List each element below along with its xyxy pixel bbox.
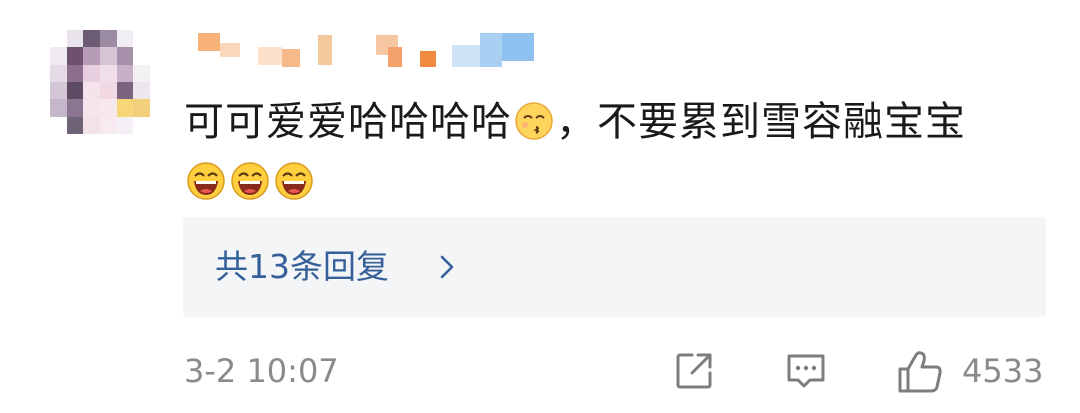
replies-count-label: 共13条回复 xyxy=(215,247,389,286)
timestamp: 3-2 10:07 xyxy=(184,352,339,390)
avatar[interactable] xyxy=(50,30,150,134)
share-icon[interactable] xyxy=(672,349,716,393)
comment-item: 可可爱爱哈哈哈哈 ，不要累到雪容融宝宝 共13条回复 3-2 10:07 453… xyxy=(0,0,1080,413)
comment-footer: 3-2 10:07 4533 xyxy=(184,345,1044,395)
chevron-right-icon xyxy=(440,255,454,279)
comment-icon[interactable] xyxy=(784,349,828,393)
comment-text-part1: 可可爱爱哈哈哈哈 xyxy=(184,99,512,145)
laugh-emoji-icon xyxy=(187,162,225,200)
laugh-emoji-icon xyxy=(231,162,269,200)
emoji-row xyxy=(184,159,316,205)
kiss-smile-emoji-icon xyxy=(515,102,553,140)
comment-text: 可可爱爱哈哈哈哈 ，不要累到雪容融宝宝 xyxy=(184,92,1054,212)
like-count: 4533 xyxy=(962,352,1044,390)
username[interactable] xyxy=(198,33,538,67)
thumbs-up-icon[interactable] xyxy=(896,349,944,395)
comment-text-part2: ，不要累到雪容融宝宝 xyxy=(556,99,966,145)
view-replies-button[interactable]: 共13条回复 xyxy=(183,217,1046,317)
laugh-emoji-icon xyxy=(275,162,313,200)
